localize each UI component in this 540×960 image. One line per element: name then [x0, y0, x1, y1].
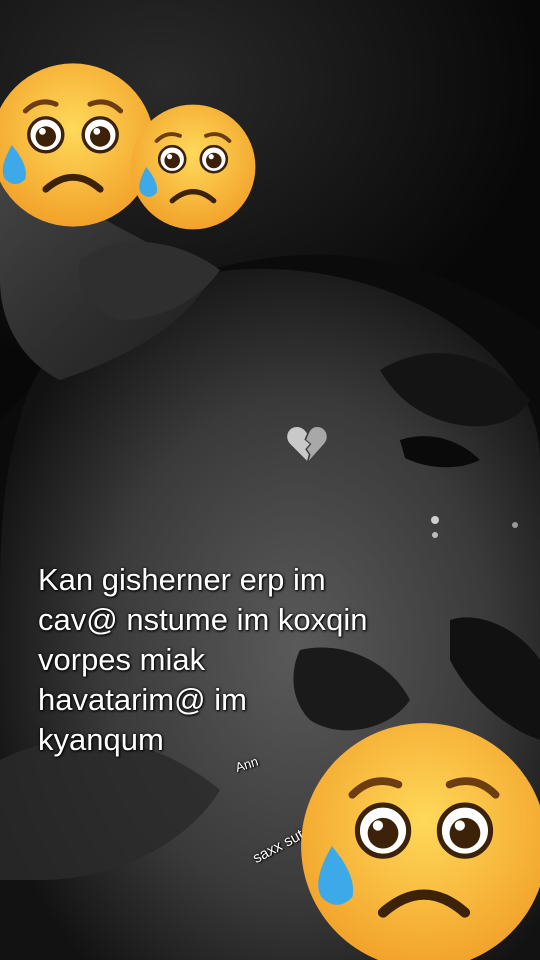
caption-line: Kan gisherner erp im [38, 562, 326, 597]
caption-line: vorpes miak [38, 642, 206, 677]
caption-line: cav@ nstume im koxqin [38, 602, 368, 637]
sad-crying-face-icon [301, 723, 540, 960]
photo-scene: Kan gisherner erp im cav@ nstume im koxq… [0, 0, 540, 960]
sad-crying-face-icon [130, 104, 256, 230]
broken-heart-icon [287, 426, 327, 461]
caption-line: havatarim@ im [38, 682, 247, 717]
